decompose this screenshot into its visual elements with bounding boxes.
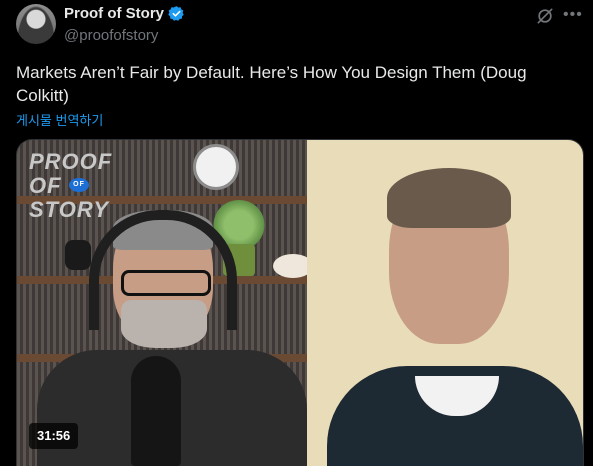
show-logo-of: OF (69, 178, 89, 192)
decor-stone (273, 254, 307, 278)
author-handle[interactable]: @proofofstory (64, 27, 158, 44)
author-display-name[interactable]: Proof of Story (64, 5, 164, 22)
video-right-panel (307, 140, 583, 466)
vase (65, 240, 91, 270)
author-avatar[interactable] (16, 4, 56, 44)
author-name-row: Proof of Story (64, 5, 185, 22)
video-player[interactable]: PROOF OF STORY OF 31:56 (16, 139, 584, 466)
verified-badge-icon (168, 6, 184, 21)
show-logo: PROOF OF STORY OF (29, 150, 111, 222)
headphones (89, 210, 237, 330)
video-left-panel: PROOF OF STORY OF (17, 140, 307, 466)
microphone (131, 356, 181, 466)
video-duration-badge: 31:56 (29, 423, 79, 449)
wall-clock (193, 144, 239, 190)
grok-icon[interactable] (535, 6, 555, 26)
translate-post-link[interactable]: 게시물 번역하기 (16, 110, 103, 129)
tweet-text: Markets Aren’t Fair by Default. Here’s H… (16, 63, 527, 105)
guest-hair (387, 168, 511, 228)
more-icon[interactable]: ••• (563, 6, 582, 26)
